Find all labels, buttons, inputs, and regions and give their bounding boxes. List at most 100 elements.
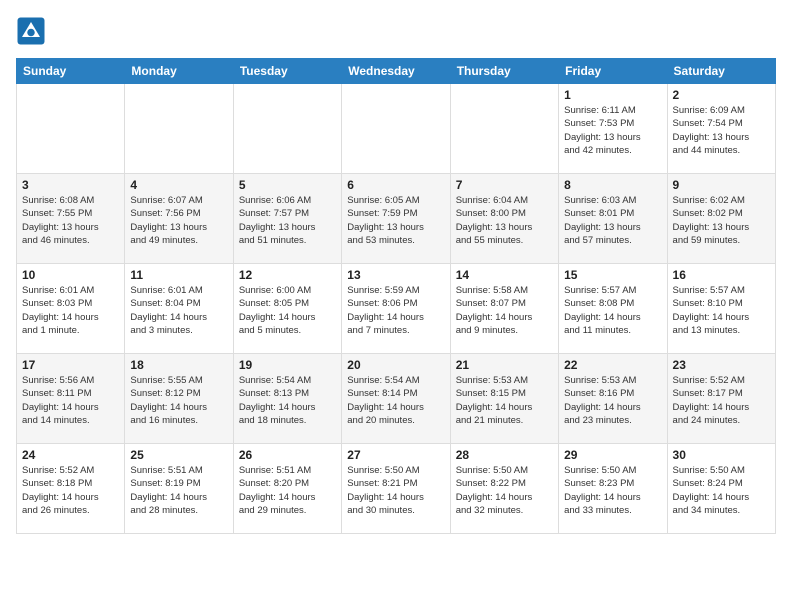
day-info: Sunrise: 5:56 AM Sunset: 8:11 PM Dayligh… xyxy=(22,374,119,427)
day-info: Sunrise: 6:01 AM Sunset: 8:04 PM Dayligh… xyxy=(130,284,227,337)
calendar-cell: 30 Sunrise: 5:50 AM Sunset: 8:24 PM Dayli… xyxy=(667,444,775,534)
calendar-cell: 29 Sunrise: 5:50 AM Sunset: 8:23 PM Dayli… xyxy=(559,444,667,534)
day-number: 5 xyxy=(239,178,336,192)
day-number: 21 xyxy=(456,358,553,372)
day-info: Sunrise: 5:54 AM Sunset: 8:14 PM Dayligh… xyxy=(347,374,444,427)
day-info: Sunrise: 5:58 AM Sunset: 8:07 PM Dayligh… xyxy=(456,284,553,337)
day-info: Sunrise: 5:52 AM Sunset: 8:17 PM Dayligh… xyxy=(673,374,770,427)
day-info: Sunrise: 5:53 AM Sunset: 8:16 PM Dayligh… xyxy=(564,374,661,427)
day-number: 20 xyxy=(347,358,444,372)
day-number: 1 xyxy=(564,88,661,102)
day-number: 18 xyxy=(130,358,227,372)
calendar-cell: 7 Sunrise: 6:04 AM Sunset: 8:00 PM Daylig… xyxy=(450,174,558,264)
day-number: 25 xyxy=(130,448,227,462)
weekday-friday: Friday xyxy=(559,59,667,84)
calendar-cell: 26Sunrise: 5:51 AM Sunset: 8:20 PM Dayli… xyxy=(233,444,341,534)
day-number: 26 xyxy=(239,448,336,462)
day-info: Sunrise: 6:00 AM Sunset: 8:05 PM Dayligh… xyxy=(239,284,336,337)
day-info: Sunrise: 6:04 AM Sunset: 8:00 PM Dayligh… xyxy=(456,194,553,247)
day-info: Sunrise: 5:54 AM Sunset: 8:13 PM Dayligh… xyxy=(239,374,336,427)
page-header xyxy=(16,16,776,46)
day-info: Sunrise: 5:57 AM Sunset: 8:08 PM Dayligh… xyxy=(564,284,661,337)
weekday-wednesday: Wednesday xyxy=(342,59,450,84)
calendar-cell xyxy=(125,84,233,174)
calendar-cell: 1 Sunrise: 6:11 AM Sunset: 7:53 PM Daylig… xyxy=(559,84,667,174)
day-info: Sunrise: 5:59 AM Sunset: 8:06 PM Dayligh… xyxy=(347,284,444,337)
day-number: 29 xyxy=(564,448,661,462)
calendar-cell: 3 Sunrise: 6:08 AM Sunset: 7:55 PM Daylig… xyxy=(17,174,125,264)
day-info: Sunrise: 5:50 AM Sunset: 8:21 PM Dayligh… xyxy=(347,464,444,517)
day-number: 17 xyxy=(22,358,119,372)
weekday-header-row: SundayMondayTuesdayWednesdayThursdayFrid… xyxy=(17,59,776,84)
calendar-cell: 6 Sunrise: 6:05 AM Sunset: 7:59 PM Daylig… xyxy=(342,174,450,264)
day-info: Sunrise: 6:07 AM Sunset: 7:56 PM Dayligh… xyxy=(130,194,227,247)
day-number: 8 xyxy=(564,178,661,192)
calendar-cell: 21Sunrise: 5:53 AM Sunset: 8:15 PM Dayli… xyxy=(450,354,558,444)
calendar-cell: 14 Sunrise: 5:58 AM Sunset: 8:07 PM Dayli… xyxy=(450,264,558,354)
calendar-cell: 18Sunrise: 5:55 AM Sunset: 8:12 PM Dayli… xyxy=(125,354,233,444)
day-info: Sunrise: 6:02 AM Sunset: 8:02 PM Dayligh… xyxy=(673,194,770,247)
calendar-table: SundayMondayTuesdayWednesdayThursdayFrid… xyxy=(16,58,776,534)
calendar-cell: 9 Sunrise: 6:02 AM Sunset: 8:02 PM Daylig… xyxy=(667,174,775,264)
calendar-cell: 2Sunrise: 6:09 AM Sunset: 7:54 PM Daylig… xyxy=(667,84,775,174)
calendar-cell: 13Sunrise: 5:59 AM Sunset: 8:06 PM Dayli… xyxy=(342,264,450,354)
calendar-week-5: 24Sunrise: 5:52 AM Sunset: 8:18 PM Dayli… xyxy=(17,444,776,534)
day-number: 23 xyxy=(673,358,770,372)
day-number: 24 xyxy=(22,448,119,462)
weekday-sunday: Sunday xyxy=(17,59,125,84)
day-info: Sunrise: 5:50 AM Sunset: 8:24 PM Dayligh… xyxy=(673,464,770,517)
day-number: 28 xyxy=(456,448,553,462)
day-number: 14 xyxy=(456,268,553,282)
day-number: 16 xyxy=(673,268,770,282)
calendar-cell: 25 Sunrise: 5:51 AM Sunset: 8:19 PM Dayli… xyxy=(125,444,233,534)
day-info: Sunrise: 6:06 AM Sunset: 7:57 PM Dayligh… xyxy=(239,194,336,247)
weekday-saturday: Saturday xyxy=(667,59,775,84)
day-number: 19 xyxy=(239,358,336,372)
day-number: 11 xyxy=(130,268,227,282)
calendar-cell: 19 Sunrise: 5:54 AM Sunset: 8:13 PM Dayli… xyxy=(233,354,341,444)
weekday-tuesday: Tuesday xyxy=(233,59,341,84)
day-info: Sunrise: 5:51 AM Sunset: 8:19 PM Dayligh… xyxy=(130,464,227,517)
calendar-cell xyxy=(450,84,558,174)
calendar-cell: 10 Sunrise: 6:01 AM Sunset: 8:03 PM Dayli… xyxy=(17,264,125,354)
day-number: 6 xyxy=(347,178,444,192)
calendar-cell: 20 Sunrise: 5:54 AM Sunset: 8:14 PM Dayli… xyxy=(342,354,450,444)
day-number: 2 xyxy=(673,88,770,102)
calendar-cell: 24Sunrise: 5:52 AM Sunset: 8:18 PM Dayli… xyxy=(17,444,125,534)
calendar-week-4: 17 Sunrise: 5:56 AM Sunset: 8:11 PM Dayli… xyxy=(17,354,776,444)
day-number: 3 xyxy=(22,178,119,192)
day-info: Sunrise: 6:11 AM Sunset: 7:53 PM Dayligh… xyxy=(564,104,661,157)
calendar-week-2: 3 Sunrise: 6:08 AM Sunset: 7:55 PM Daylig… xyxy=(17,174,776,264)
day-number: 12 xyxy=(239,268,336,282)
calendar-cell: 17 Sunrise: 5:56 AM Sunset: 8:11 PM Dayli… xyxy=(17,354,125,444)
day-number: 4 xyxy=(130,178,227,192)
day-info: Sunrise: 6:08 AM Sunset: 7:55 PM Dayligh… xyxy=(22,194,119,247)
day-info: Sunrise: 6:05 AM Sunset: 7:59 PM Dayligh… xyxy=(347,194,444,247)
day-info: Sunrise: 6:01 AM Sunset: 8:03 PM Dayligh… xyxy=(22,284,119,337)
calendar-cell: 22 Sunrise: 5:53 AM Sunset: 8:16 PM Dayli… xyxy=(559,354,667,444)
weekday-thursday: Thursday xyxy=(450,59,558,84)
day-info: Sunrise: 5:50 AM Sunset: 8:23 PM Dayligh… xyxy=(564,464,661,517)
day-number: 9 xyxy=(673,178,770,192)
day-number: 10 xyxy=(22,268,119,282)
day-info: Sunrise: 5:50 AM Sunset: 8:22 PM Dayligh… xyxy=(456,464,553,517)
day-number: 30 xyxy=(673,448,770,462)
calendar-cell: 5 Sunrise: 6:06 AM Sunset: 7:57 PM Daylig… xyxy=(233,174,341,264)
calendar-cell xyxy=(342,84,450,174)
calendar-cell: 11 Sunrise: 6:01 AM Sunset: 8:04 PM Dayli… xyxy=(125,264,233,354)
day-number: 15 xyxy=(564,268,661,282)
calendar-week-3: 10 Sunrise: 6:01 AM Sunset: 8:03 PM Dayli… xyxy=(17,264,776,354)
day-info: Sunrise: 6:03 AM Sunset: 8:01 PM Dayligh… xyxy=(564,194,661,247)
logo xyxy=(16,16,50,46)
calendar-cell: 12 Sunrise: 6:00 AM Sunset: 8:05 PM Dayli… xyxy=(233,264,341,354)
calendar-cell: 8 Sunrise: 6:03 AM Sunset: 8:01 PM Daylig… xyxy=(559,174,667,264)
calendar-cell: 28 Sunrise: 5:50 AM Sunset: 8:22 PM Dayli… xyxy=(450,444,558,534)
calendar-cell xyxy=(233,84,341,174)
calendar-cell: 16Sunrise: 5:57 AM Sunset: 8:10 PM Dayli… xyxy=(667,264,775,354)
calendar-cell: 15 Sunrise: 5:57 AM Sunset: 8:08 PM Dayli… xyxy=(559,264,667,354)
day-number: 22 xyxy=(564,358,661,372)
logo-icon xyxy=(16,16,46,46)
day-number: 7 xyxy=(456,178,553,192)
calendar-week-1: 1 Sunrise: 6:11 AM Sunset: 7:53 PM Daylig… xyxy=(17,84,776,174)
calendar-cell: 4 Sunrise: 6:07 AM Sunset: 7:56 PM Daylig… xyxy=(125,174,233,264)
